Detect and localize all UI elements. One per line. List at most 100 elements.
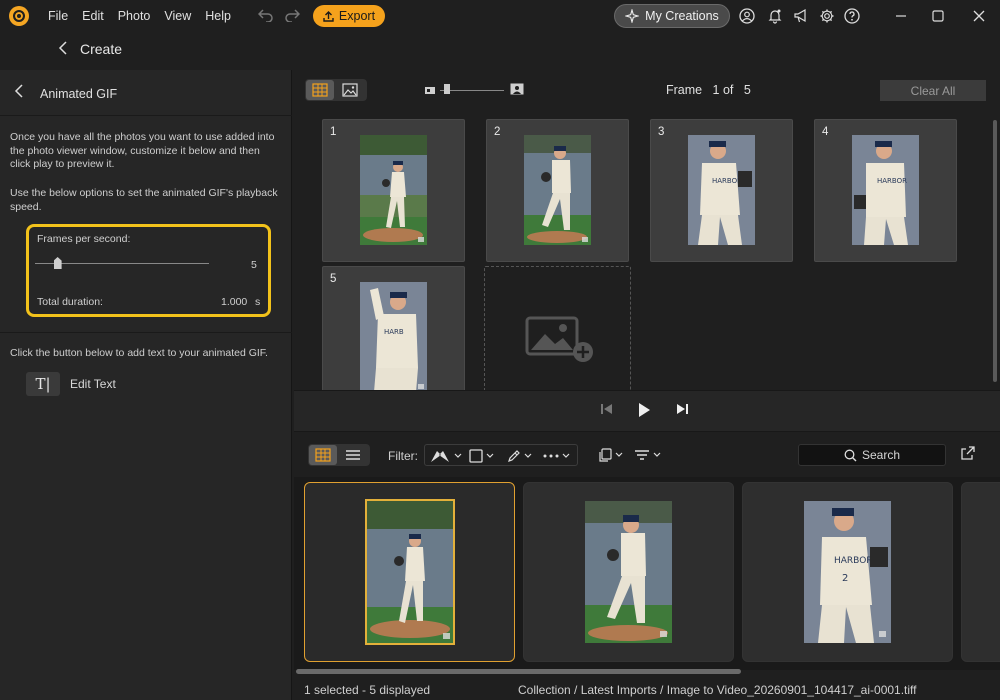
frame-number: 4 xyxy=(822,126,829,138)
frame-number: 1 xyxy=(330,126,337,138)
play-icon[interactable] xyxy=(637,402,651,418)
fps-value: 5 xyxy=(251,259,257,271)
frame-current: 1 xyxy=(712,83,720,97)
sort-icon xyxy=(635,450,649,460)
small-thumbnail-icon xyxy=(425,87,435,94)
panel-intro-text: Once you have all the photos you want to… xyxy=(10,131,275,170)
account-icon[interactable] xyxy=(738,7,756,25)
grid-view-icon[interactable] xyxy=(309,445,337,465)
frame-counter: Frame 1 of 5 xyxy=(666,83,751,97)
skip-to-end-icon[interactable] xyxy=(675,402,689,416)
frame-thumbnail-2 xyxy=(524,135,591,245)
gear-icon[interactable] xyxy=(818,7,836,25)
filter-label: Filter: xyxy=(388,449,418,463)
megaphone-icon[interactable] xyxy=(792,7,810,25)
animated-gif-panel: Animated GIF Once you have all the photo… xyxy=(0,70,292,680)
maximize-button[interactable] xyxy=(920,0,956,32)
frame-card-2[interactable]: 2 xyxy=(486,119,629,262)
create-bar: Create xyxy=(0,32,1000,68)
file-path: Collection / Latest Imports / Image to V… xyxy=(518,683,917,697)
chevron-down-icon xyxy=(653,452,661,457)
chevron-down-icon xyxy=(524,453,532,458)
filmstrip-item-1[interactable] xyxy=(304,482,515,662)
chevron-down-icon xyxy=(454,453,462,458)
filter-toolbar xyxy=(424,444,578,466)
create-back-icon[interactable] xyxy=(58,41,68,60)
menu-help[interactable]: Help xyxy=(205,9,231,23)
frame-grid-scrollbar[interactable] xyxy=(993,120,997,382)
square-icon xyxy=(469,449,483,463)
chevron-down-icon xyxy=(615,452,623,457)
skip-to-start-icon[interactable] xyxy=(600,402,614,416)
filmstrip-item-3[interactable]: HARBOR 2 xyxy=(742,482,953,662)
viewer-toolbar: Frame 1 of 5 Clear All xyxy=(294,70,1000,110)
my-creations-label: My Creations xyxy=(645,9,719,23)
close-button[interactable] xyxy=(961,0,997,32)
export-label: Export xyxy=(338,9,376,23)
app-logo-icon xyxy=(9,6,29,26)
filmstrip-view-toggle xyxy=(308,444,370,466)
panel-footer xyxy=(0,680,292,700)
notification-bell-icon[interactable] xyxy=(766,7,784,25)
frame-of: of xyxy=(722,83,734,97)
open-external-icon[interactable] xyxy=(960,445,976,464)
svg-text:HARBOR: HARBOR xyxy=(712,177,742,185)
frame-card-4[interactable]: 4 HARBOR xyxy=(814,119,957,262)
menu-edit[interactable]: Edit xyxy=(82,9,104,23)
title-bar: File Edit Photo View Help Export My Crea… xyxy=(0,0,1000,32)
flag-filter-dropdown[interactable] xyxy=(429,447,462,465)
frame-grid: 1 2 3 HARBOR 4 HARBOR 5 HARB xyxy=(294,110,1000,390)
duration-value: 1.000 xyxy=(221,296,248,308)
edit-text-button[interactable]: T| Edit Text xyxy=(26,372,116,396)
thumbnail-slider-thumb[interactable] xyxy=(444,84,450,94)
list-view-icon[interactable] xyxy=(339,445,367,465)
redo-icon[interactable] xyxy=(284,8,301,26)
thumbnail-size-slider[interactable] xyxy=(424,83,524,97)
clear-all-button[interactable]: Clear All xyxy=(880,80,986,101)
frame-thumbnail-1 xyxy=(360,135,427,245)
filmstrip-thumbnail-3: HARBOR 2 xyxy=(804,501,891,643)
search-placeholder: Search xyxy=(861,448,901,462)
stack-dropdown[interactable] xyxy=(598,446,623,464)
status-bar: 1 selected - 5 displayed Collection / La… xyxy=(294,678,1000,700)
panel-back-icon[interactable] xyxy=(14,84,24,102)
search-input[interactable]: Search xyxy=(798,444,946,466)
menu-file[interactable]: File xyxy=(48,9,68,23)
filmstrip-item-2[interactable] xyxy=(523,482,734,662)
menu-photo[interactable]: Photo xyxy=(118,9,151,23)
large-thumbnail-icon xyxy=(510,83,524,95)
help-icon[interactable] xyxy=(843,7,861,25)
export-button[interactable]: Export xyxy=(313,5,385,27)
my-creations-button[interactable]: My Creations xyxy=(614,4,730,28)
filmstrip-item-4[interactable] xyxy=(961,482,1000,662)
frame-card-3[interactable]: 3 HARBOR xyxy=(650,119,793,262)
filmstrip-thumbnail-2 xyxy=(585,501,672,643)
single-image-view-icon[interactable] xyxy=(336,80,364,100)
frame-thumbnail-3: HARBOR xyxy=(688,135,755,245)
duration-label: Total duration: xyxy=(37,296,103,308)
menu-view[interactable]: View xyxy=(164,9,191,23)
color-label-filter-dropdown[interactable] xyxy=(469,447,494,465)
playback-speed-box: Frames per second: 5 Total duration: 1.0… xyxy=(26,224,271,317)
fps-slider-thumb[interactable] xyxy=(53,257,62,269)
svg-text:2: 2 xyxy=(842,573,848,584)
filmstrip: HARBOR 2 xyxy=(294,477,1000,670)
filmstrip-toolbar: Filter: Search xyxy=(294,433,1000,477)
more-filters-dropdown[interactable] xyxy=(543,447,570,465)
frame-grid-view-icon[interactable] xyxy=(306,80,334,100)
viewer-mode-toggle xyxy=(305,79,367,101)
frame-card-5[interactable]: 5 HARB xyxy=(322,266,465,390)
minimize-button[interactable] xyxy=(883,0,919,32)
filmstrip-scrollbar[interactable] xyxy=(296,669,741,674)
panel-divider xyxy=(0,332,292,333)
add-photo-slot[interactable] xyxy=(484,266,631,390)
edit-filter-dropdown[interactable] xyxy=(507,447,532,465)
svg-text:HARBOR: HARBOR xyxy=(877,177,907,185)
copy-stack-icon xyxy=(599,448,612,462)
frame-card-1[interactable]: 1 xyxy=(322,119,465,262)
svg-text:HARBOR: HARBOR xyxy=(834,556,873,566)
chevron-down-icon xyxy=(486,453,494,458)
undo-icon[interactable] xyxy=(257,8,274,26)
svg-text:HARB: HARB xyxy=(384,328,404,336)
sort-dropdown[interactable] xyxy=(634,446,661,464)
